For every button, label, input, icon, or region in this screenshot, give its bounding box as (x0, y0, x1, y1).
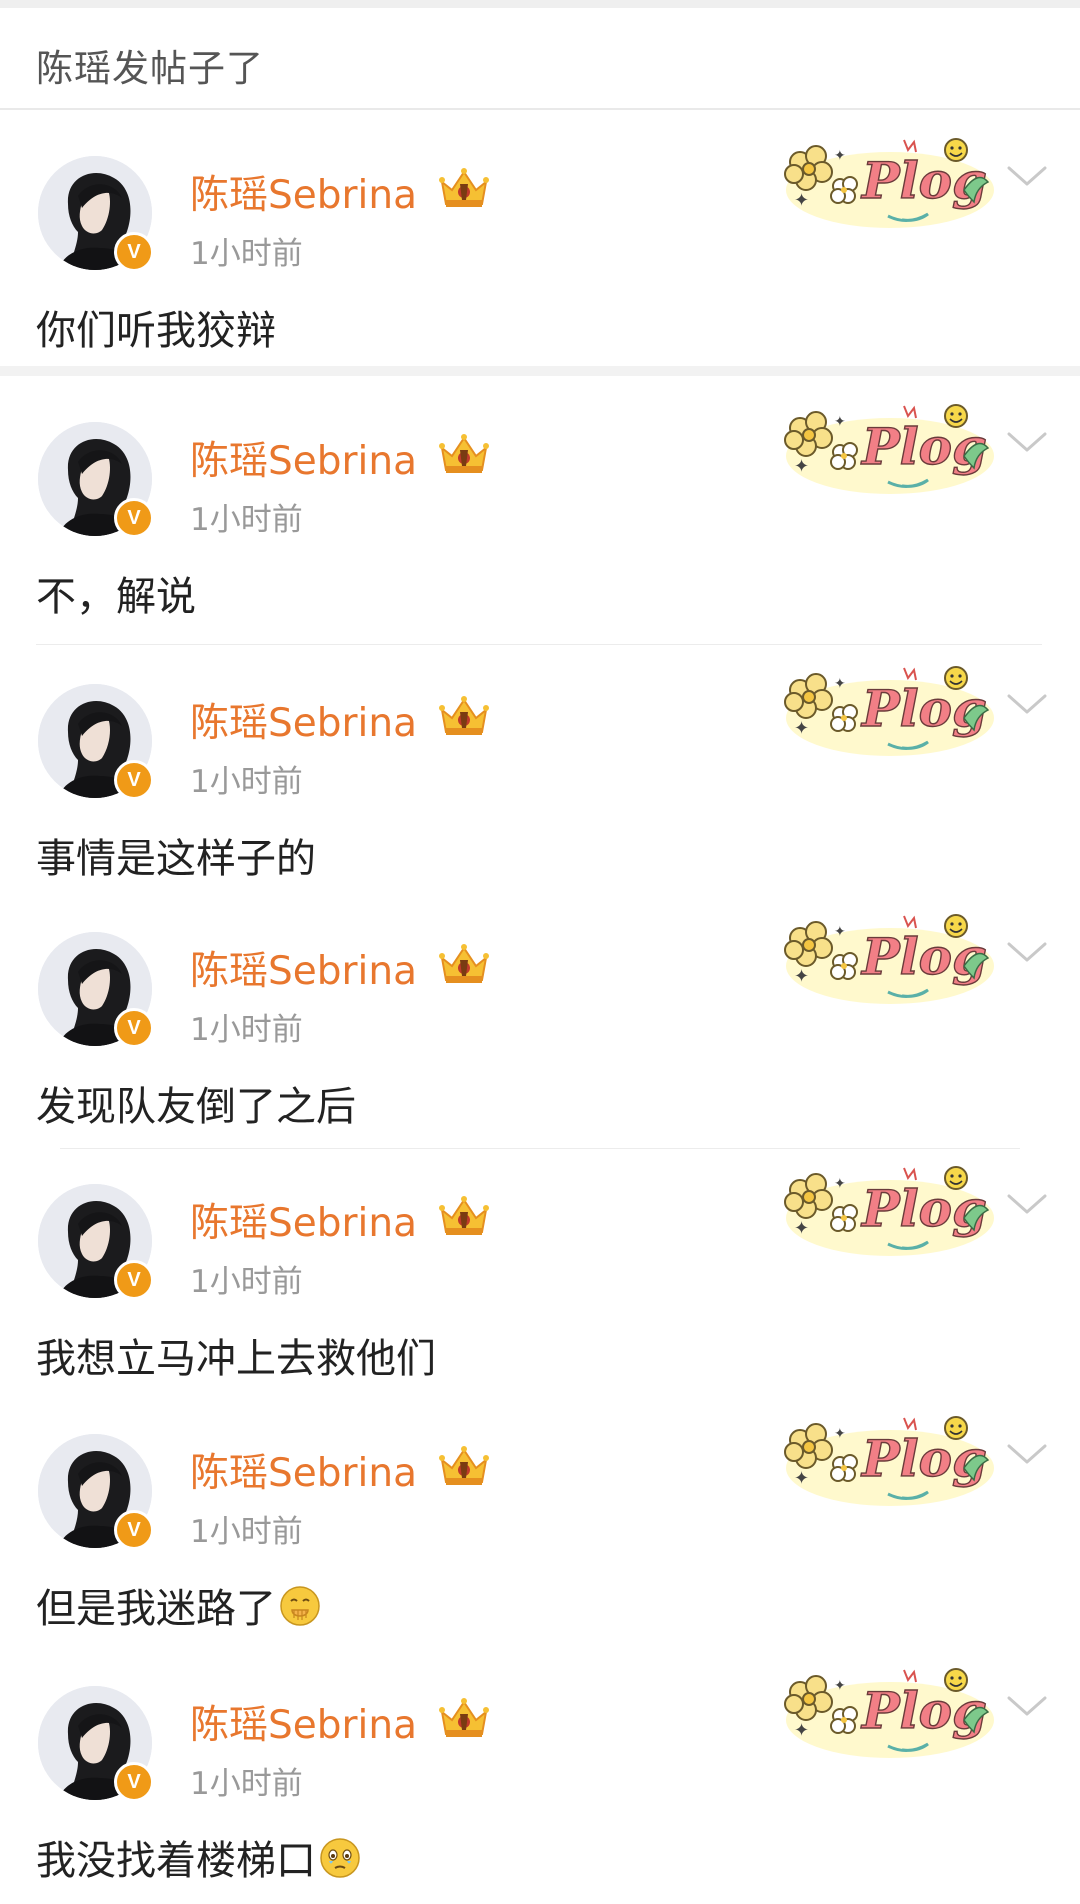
post-item: V 陈瑶Sebrina 1小时前 ✦ ✦ Plog (0, 886, 1080, 1136)
verified-badge-icon: V (114, 1762, 154, 1802)
post-timestamp[interactable]: 1小时前 (190, 756, 303, 801)
post-text: 发现队友倒了之后 (36, 1084, 356, 1130)
svg-text:✦: ✦ (834, 414, 846, 430)
username-link[interactable]: 陈瑶Sebrina (190, 692, 417, 748)
chevron-down-icon[interactable] (1006, 690, 1048, 718)
username-link[interactable]: 陈瑶Sebrina (190, 1192, 417, 1248)
crown-badge-icon (439, 696, 489, 735)
plog-sticker-icon[interactable]: ✦ ✦ Plog (778, 1660, 996, 1764)
verified-badge-icon: V (114, 232, 154, 272)
post-item: V 陈瑶Sebrina 1小时前 ✦ ✦ Plog (0, 1388, 1080, 1638)
plog-sticker-icon[interactable]: ✦ ✦ Plog (778, 130, 996, 234)
plog-sticker-icon[interactable]: ✦ ✦ Plog (778, 658, 996, 762)
crown-badge-icon (439, 944, 489, 983)
chevron-down-icon[interactable] (1006, 938, 1048, 966)
post-timestamp[interactable]: 1小时前 (190, 1256, 303, 1301)
post-item: V 陈瑶Sebrina 1小时前 ✦ ✦ Plog (0, 1138, 1080, 1388)
svg-text:✦: ✦ (794, 718, 809, 739)
chevron-down-icon[interactable] (1006, 162, 1048, 190)
svg-text:✦: ✦ (834, 676, 846, 692)
username-link[interactable]: 陈瑶Sebrina (190, 164, 417, 220)
page-title: 陈瑶发帖子了 (36, 47, 264, 90)
post-divider (60, 1148, 1020, 1149)
chevron-down-icon[interactable] (1006, 428, 1048, 456)
svg-text:✦: ✦ (834, 148, 846, 164)
post-item: V 陈瑶Sebrina 1小时前 ✦ ✦ Plog (0, 376, 1080, 626)
svg-text:✦: ✦ (834, 924, 846, 940)
svg-text:Plog: Plog (860, 1429, 987, 1488)
post-timestamp[interactable]: 1小时前 (190, 228, 303, 273)
svg-text:Plog: Plog (860, 151, 987, 210)
page-header: 陈瑶发帖子了 (0, 8, 1080, 110)
verified-badge-icon: V (114, 1510, 154, 1550)
post-text: 但是我迷路了 (36, 1576, 322, 1634)
post-text: 不，解说 (36, 574, 196, 620)
post-timestamp[interactable]: 1小时前 (190, 1004, 303, 1049)
section-separator (0, 366, 1080, 376)
post-item: V 陈瑶Sebrina 1小时前 ✦ ✦ Plog (0, 110, 1080, 360)
username-link[interactable]: 陈瑶Sebrina (190, 430, 417, 486)
holding-back-tears-icon (320, 1838, 360, 1878)
username-link[interactable]: 陈瑶Sebrina (190, 940, 417, 996)
post-divider (36, 644, 1042, 645)
verified-badge-icon: V (114, 760, 154, 800)
chevron-down-icon[interactable] (1006, 1190, 1048, 1218)
post-text: 我想立马冲上去救他们 (36, 1336, 436, 1382)
svg-text:Plog: Plog (860, 417, 987, 476)
svg-text:Plog: Plog (860, 679, 987, 738)
post-item: V 陈瑶Sebrina 1小时前 ✦ ✦ Plog (0, 1640, 1080, 1890)
crown-badge-icon (439, 1196, 489, 1235)
plog-sticker-icon[interactable]: ✦ ✦ Plog (778, 1408, 996, 1512)
post-text: 我没找着楼梯口 (36, 1828, 362, 1886)
svg-text:✦: ✦ (834, 1426, 846, 1442)
svg-text:✦: ✦ (834, 1678, 846, 1694)
svg-text:Plog: Plog (860, 1179, 987, 1238)
crown-badge-icon (439, 434, 489, 473)
crown-badge-icon (439, 168, 489, 207)
username-link[interactable]: 陈瑶Sebrina (190, 1442, 417, 1498)
svg-text:✦: ✦ (794, 190, 809, 211)
crown-badge-icon (439, 1446, 489, 1485)
plog-sticker-icon[interactable]: ✦ ✦ Plog (778, 906, 996, 1010)
plog-sticker-icon[interactable]: ✦ ✦ Plog (778, 396, 996, 500)
svg-text:✦: ✦ (794, 456, 809, 477)
svg-text:Plog: Plog (860, 927, 987, 986)
verified-badge-icon: V (114, 498, 154, 538)
svg-text:✦: ✦ (794, 1720, 809, 1741)
crown-badge-icon (439, 1698, 489, 1737)
svg-text:✦: ✦ (794, 1468, 809, 1489)
post-text: 你们听我狡辩 (36, 308, 276, 354)
post-timestamp[interactable]: 1小时前 (190, 1758, 303, 1803)
chevron-down-icon[interactable] (1006, 1692, 1048, 1720)
plog-sticker-icon[interactable]: ✦ ✦ Plog (778, 1158, 996, 1262)
post-item: V 陈瑶Sebrina 1小时前 ✦ ✦ Plog (0, 638, 1080, 888)
verified-badge-icon: V (114, 1260, 154, 1300)
chevron-down-icon[interactable] (1006, 1440, 1048, 1468)
svg-text:✦: ✦ (834, 1176, 846, 1192)
top-strip (0, 0, 1080, 8)
post-timestamp[interactable]: 1小时前 (190, 494, 303, 539)
svg-text:✦: ✦ (794, 1218, 809, 1239)
svg-text:✦: ✦ (794, 966, 809, 987)
svg-text:Plog: Plog (860, 1681, 987, 1740)
smiling-face-with-hand-icon (280, 1586, 320, 1626)
post-timestamp[interactable]: 1小时前 (190, 1506, 303, 1551)
verified-badge-icon: V (114, 1008, 154, 1048)
post-text: 事情是这样子的 (36, 836, 316, 882)
username-link[interactable]: 陈瑶Sebrina (190, 1694, 417, 1750)
